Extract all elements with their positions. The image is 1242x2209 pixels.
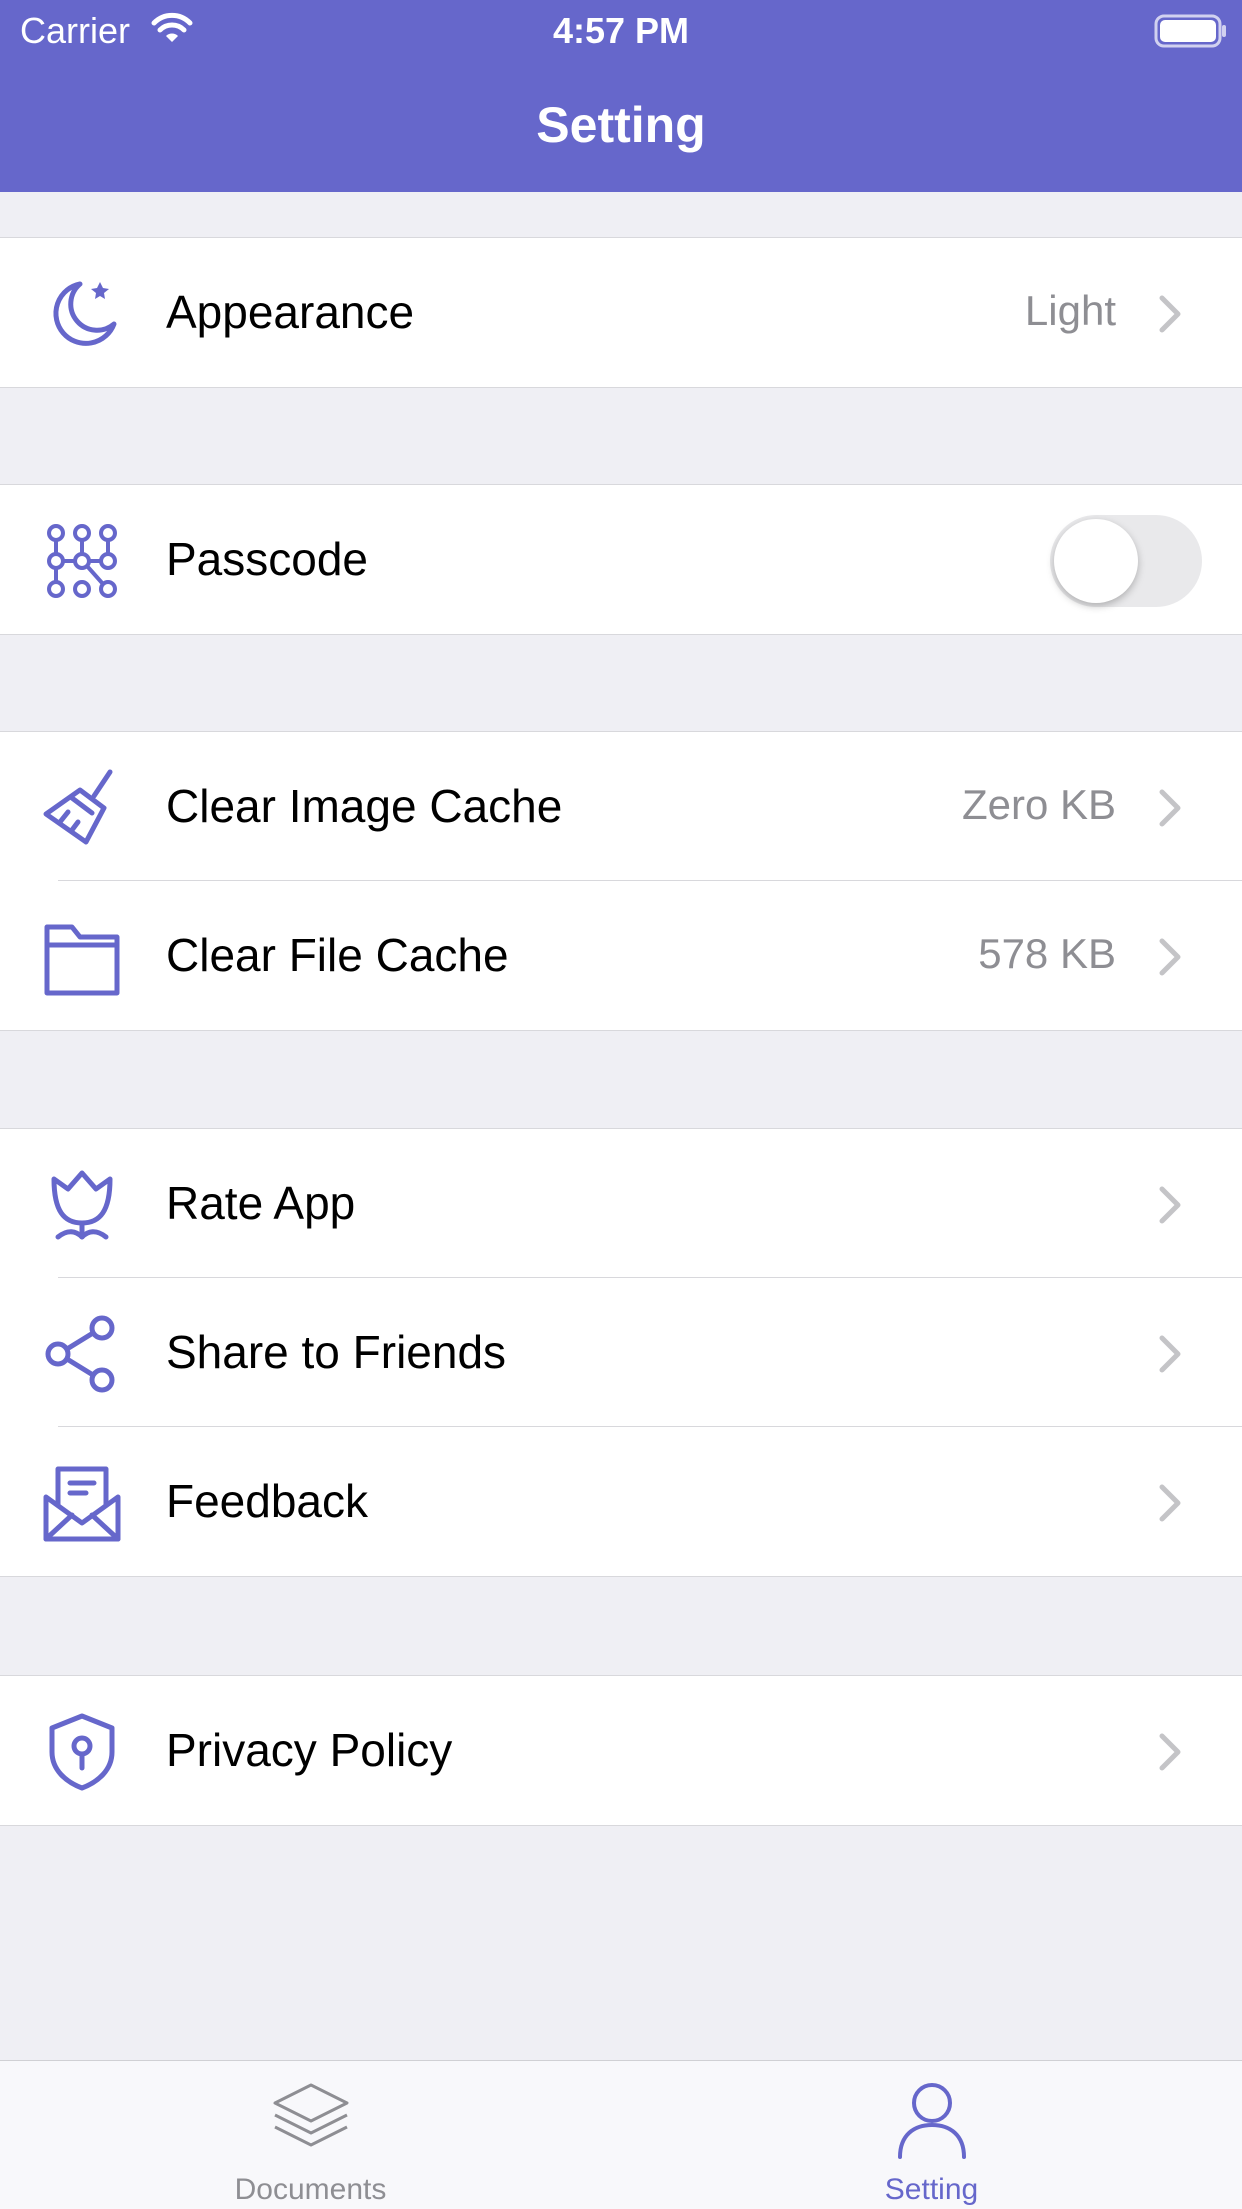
chevron-right-icon bbox=[1159, 789, 1181, 827]
passcode-grid-icon bbox=[47, 524, 117, 598]
clear-file-cache-value: 578 KB bbox=[978, 930, 1116, 977]
share-label: Share to Friends bbox=[166, 1326, 507, 1378]
passcode-label: Passcode bbox=[166, 533, 369, 585]
appearance-label: Appearance bbox=[166, 286, 415, 338]
privacy-section: Privacy Policy bbox=[0, 1675, 1242, 1826]
shield-keyhole-icon bbox=[49, 1713, 115, 1791]
share-icon bbox=[45, 1315, 115, 1393]
page-title: Setting bbox=[536, 97, 706, 153]
passcode-toggle[interactable] bbox=[1050, 515, 1202, 607]
appearance-section: Appearance Light bbox=[0, 237, 1242, 388]
app-actions-section: Rate App Share to Friends Feedback bbox=[0, 1128, 1242, 1577]
navigation-header: Carrier 4:57 PM Setting bbox=[0, 0, 1242, 192]
clear-image-cache-label: Clear Image Cache bbox=[166, 780, 563, 832]
toggle-knob bbox=[1054, 519, 1138, 603]
clear-image-cache-row[interactable]: Clear Image Cache Zero KB bbox=[0, 732, 1242, 881]
folder-icon bbox=[44, 924, 120, 996]
tab-documents[interactable]: Documents bbox=[0, 2061, 621, 2209]
envelope-icon bbox=[43, 1466, 121, 1542]
chevron-right-icon bbox=[1159, 1484, 1181, 1522]
feedback-row[interactable]: Feedback bbox=[0, 1427, 1242, 1576]
moon-star-icon bbox=[53, 281, 117, 346]
tab-setting[interactable]: Setting bbox=[621, 2061, 1242, 2209]
appearance-value: Light bbox=[1024, 287, 1116, 334]
cache-section: Clear Image Cache Zero KB Clear File Cac… bbox=[0, 731, 1242, 1031]
battery-icon bbox=[1154, 14, 1226, 48]
share-row[interactable]: Share to Friends bbox=[0, 1278, 1242, 1427]
clear-file-cache-row[interactable]: Clear File Cache 578 KB bbox=[0, 881, 1242, 1030]
privacy-policy-label: Privacy Policy bbox=[166, 1724, 453, 1776]
clear-file-cache-label: Clear File Cache bbox=[166, 929, 509, 981]
chevron-right-icon bbox=[1159, 938, 1181, 976]
flower-icon bbox=[51, 1170, 113, 1240]
chevron-right-icon bbox=[1159, 295, 1181, 333]
passcode-row: Passcode bbox=[0, 485, 1242, 634]
tab-documents-label: Documents bbox=[234, 2173, 387, 2206]
rate-app-row[interactable]: Rate App bbox=[0, 1129, 1242, 1278]
privacy-policy-row[interactable]: Privacy Policy bbox=[0, 1676, 1242, 1825]
tab-bar: Documents Setting bbox=[0, 2060, 1242, 2209]
status-time: 4:57 PM bbox=[552, 10, 690, 51]
chevron-right-icon bbox=[1159, 1335, 1181, 1373]
chevron-right-icon bbox=[1159, 1733, 1181, 1771]
clear-image-cache-value: Zero KB bbox=[961, 781, 1116, 828]
feedback-label: Feedback bbox=[166, 1475, 369, 1527]
layers-icon bbox=[273, 2083, 348, 2147]
tab-setting-label: Setting bbox=[884, 2173, 979, 2206]
status-bar: Carrier 4:57 PM bbox=[0, 0, 1242, 62]
broom-icon bbox=[43, 769, 113, 845]
passcode-section: Passcode bbox=[0, 484, 1242, 635]
rate-app-label: Rate App bbox=[166, 1177, 356, 1229]
appearance-row[interactable]: Appearance Light bbox=[0, 238, 1242, 387]
person-icon bbox=[897, 2083, 966, 2159]
chevron-right-icon bbox=[1159, 1186, 1181, 1224]
